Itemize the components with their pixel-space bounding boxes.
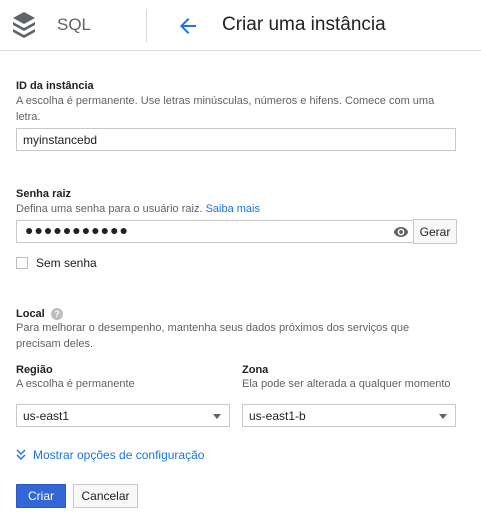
no-password-checkbox[interactable] xyxy=(16,257,28,269)
instance-id-field[interactable]: myinstancebd xyxy=(16,128,456,151)
password-masked-value: ●●●●●●●●●●● xyxy=(25,222,130,238)
double-chevron-down-icon xyxy=(16,449,26,460)
chevron-down-icon xyxy=(439,414,447,419)
region-select[interactable]: us-east1 xyxy=(16,404,230,427)
no-password-label: Sem senha xyxy=(36,256,97,270)
root-password-hint: Defina uma senha para o usuário raiz. Sa… xyxy=(16,201,260,217)
chevron-down-icon xyxy=(213,414,221,419)
zone-value: us-east1-b xyxy=(249,409,306,423)
back-arrow-icon[interactable] xyxy=(176,14,200,38)
header-divider xyxy=(146,9,147,42)
root-password-label: Senha raiz xyxy=(16,188,72,200)
cancel-button[interactable]: Cancelar xyxy=(73,484,138,508)
product-name: SQL xyxy=(57,15,92,34)
top-bar: SQL Criar uma instância xyxy=(0,0,481,51)
show-config-options-toggle[interactable]: Mostrar opções de configuração xyxy=(16,448,204,462)
region-label: Região xyxy=(16,364,53,376)
help-icon[interactable]: ? xyxy=(51,308,63,320)
root-password-hint-text: Defina uma senha para o usuário raiz. xyxy=(16,203,203,215)
region-value: us-east1 xyxy=(23,409,70,423)
zone-hint: Ela pode ser alterada a qualquer momento xyxy=(242,378,451,390)
location-hint: Para melhorar o desempenho, mantenha seu… xyxy=(16,322,410,350)
sql-logo-icon[interactable] xyxy=(11,11,37,39)
page-title: Criar uma instância xyxy=(222,14,386,35)
location-label: Local xyxy=(16,308,45,320)
eye-icon[interactable] xyxy=(392,224,410,240)
create-button[interactable]: Criar xyxy=(16,484,66,508)
show-config-options-label: Mostrar opções de configuração xyxy=(33,448,205,462)
instance-id-label: ID da instância xyxy=(16,80,94,92)
zone-label: Zona xyxy=(242,364,269,376)
root-password-field[interactable]: ●●●●●●●●●●● xyxy=(16,220,414,243)
region-hint: A escolha é permanente xyxy=(16,378,135,390)
generate-password-button[interactable]: Gerar xyxy=(413,219,457,244)
instance-id-hint: A escolha é permanente. Use letras minús… xyxy=(16,95,435,123)
learn-more-link[interactable]: Saiba mais xyxy=(206,203,260,215)
instance-id-value: myinstancebd xyxy=(23,133,98,147)
zone-select[interactable]: us-east1-b xyxy=(242,404,456,427)
